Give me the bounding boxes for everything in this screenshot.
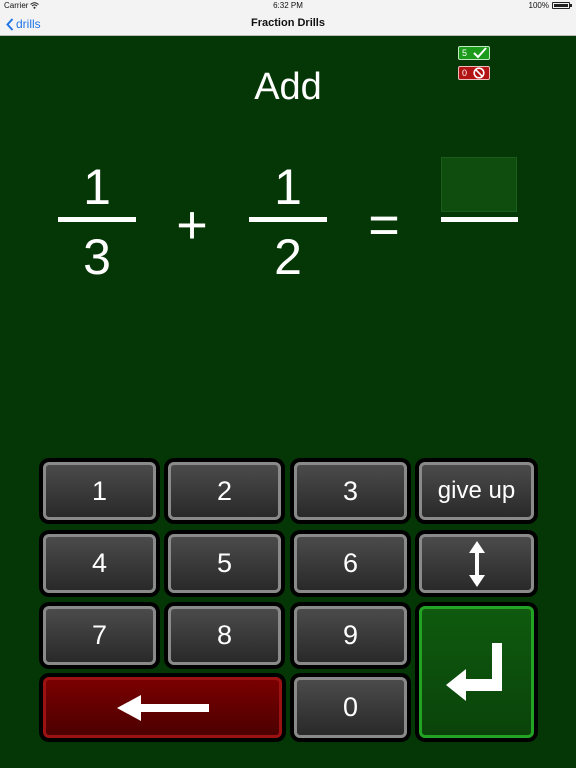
key-6[interactable]: 6	[290, 530, 411, 597]
nav-title: Fraction Drills	[251, 17, 325, 29]
key-4-label: 4	[43, 534, 156, 593]
key-1[interactable]: 1	[39, 458, 160, 524]
plus-operator: +	[176, 195, 208, 255]
fraction2-bar	[249, 217, 327, 222]
give-up-button[interactable]: give up	[415, 458, 538, 524]
fraction1-denominator: 3	[83, 229, 111, 285]
up-down-arrow-icon	[468, 540, 485, 587]
key-7-label: 7	[43, 606, 156, 665]
toggle-numerator-denominator-button[interactable]	[415, 530, 538, 597]
key-0[interactable]: 0	[290, 673, 411, 742]
answer-input[interactable]	[441, 157, 517, 212]
key-2[interactable]: 2	[164, 458, 285, 524]
fraction1-numerator: 1	[83, 159, 111, 215]
fraction1-bar	[58, 217, 136, 222]
fraction2-denominator: 2	[274, 229, 302, 285]
no-entry-icon	[473, 67, 485, 79]
key-9-label: 9	[294, 606, 407, 665]
backspace-button[interactable]	[39, 673, 286, 742]
nav-bar: drills Fraction Drills	[0, 12, 576, 36]
key-5[interactable]: 5	[164, 530, 285, 597]
key-6-label: 6	[294, 534, 407, 593]
enter-button[interactable]	[415, 602, 538, 742]
checkmark-icon	[473, 47, 487, 59]
correct-score-badge: 5	[458, 46, 490, 60]
time-label: 6:32 PM	[273, 1, 303, 10]
key-3-label: 3	[294, 462, 407, 520]
key-5-label: 5	[168, 534, 281, 593]
correct-count: 5	[462, 48, 468, 58]
key-4[interactable]: 4	[39, 530, 160, 597]
battery-percent: 100%	[528, 1, 549, 10]
key-2-label: 2	[168, 462, 281, 520]
return-arrow-icon	[445, 643, 502, 701]
answer-fraction-bar	[441, 217, 518, 222]
battery-icon	[552, 2, 572, 9]
fraction2-numerator: 1	[274, 159, 302, 215]
wrong-score-badge: 0	[458, 66, 490, 80]
left-arrow-icon	[116, 694, 209, 721]
wrong-count: 0	[462, 68, 468, 78]
key-7[interactable]: 7	[39, 602, 160, 669]
key-9[interactable]: 9	[290, 602, 411, 669]
key-1-label: 1	[43, 462, 156, 520]
key-8[interactable]: 8	[164, 602, 285, 669]
key-3[interactable]: 3	[290, 458, 411, 524]
give-up-label: give up	[419, 462, 534, 520]
key-8-label: 8	[168, 606, 281, 665]
equals-sign: =	[368, 195, 400, 255]
key-0-label: 0	[294, 677, 407, 738]
status-bar: Carrier 6:32 PM 100%	[0, 0, 576, 12]
